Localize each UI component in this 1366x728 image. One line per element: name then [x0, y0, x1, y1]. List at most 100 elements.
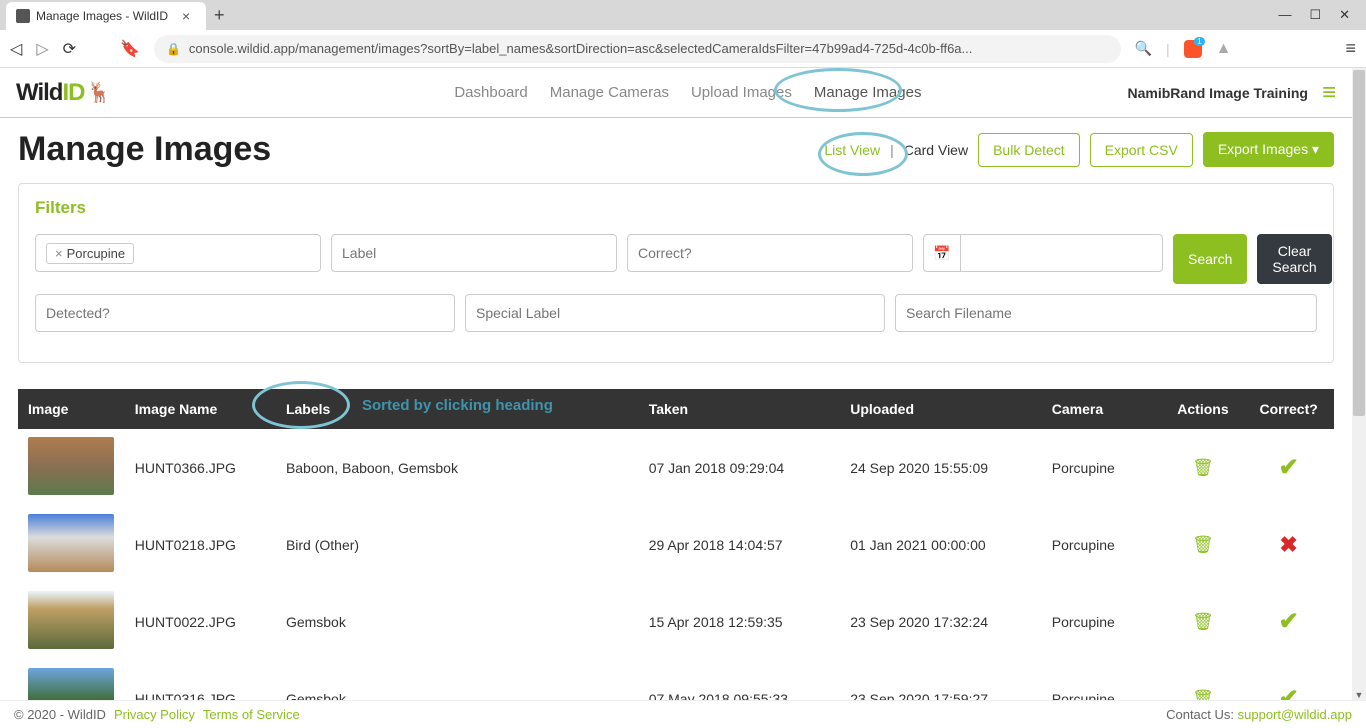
url-bar[interactable]: 🔒 console.wildid.app/management/images?s… — [154, 35, 1121, 63]
col-camera[interactable]: Camera — [1042, 389, 1163, 429]
brave-shield-icon[interactable]: 1 — [1184, 40, 1202, 58]
browser-tab[interactable]: Manage Images - WildID × — [6, 2, 206, 30]
col-image[interactable]: Image — [18, 389, 125, 429]
cell-labels: Bird (Other) — [276, 506, 639, 583]
browser-menu-icon[interactable]: ≡ — [1345, 38, 1356, 59]
table-row[interactable]: HUNT0022.JPGGemsbok15 Apr 2018 12:59:352… — [18, 583, 1334, 660]
footer-contact-email[interactable]: support@wildid.app — [1238, 707, 1352, 722]
cell-camera: Porcupine — [1042, 506, 1163, 583]
site-logo[interactable]: WildID🦌 — [16, 79, 110, 107]
incorrect-x-icon: ✖ — [1279, 532, 1297, 557]
calendar-icon: 📅 — [933, 245, 950, 262]
images-table: Image Image Name Labels Taken Uploaded C… — [18, 389, 1334, 700]
cell-camera: Porcupine — [1042, 660, 1163, 700]
nav-dashboard[interactable]: Dashboard — [454, 84, 527, 101]
delete-icon[interactable]: 🗑 — [1192, 458, 1214, 477]
cell-image-name: HUNT0316.JPG — [125, 660, 276, 700]
nav-manage-images[interactable]: Manage Images — [814, 84, 922, 101]
list-view-toggle[interactable]: List View — [824, 142, 880, 158]
browser-toolbar: ◁ ▷ ⟳ 🔖 🔒 console.wildid.app/management/… — [0, 30, 1366, 68]
col-labels[interactable]: Labels — [276, 389, 639, 429]
label-filter-input[interactable] — [331, 234, 617, 272]
date-filter-input[interactable] — [960, 234, 1163, 272]
nav-forward-icon[interactable]: ▷ — [36, 39, 48, 59]
detected-filter-input[interactable] — [35, 294, 455, 332]
filter-tag-chip[interactable]: × Porcupine — [46, 243, 134, 264]
footer-contact-label: Contact Us: — [1166, 707, 1238, 722]
footer-privacy-link[interactable]: Privacy Policy — [114, 707, 195, 722]
table-row[interactable]: HUNT0366.JPGBaboon, Baboon, Gemsbok07 Ja… — [18, 429, 1334, 506]
new-tab-button[interactable]: + — [214, 5, 225, 26]
image-thumbnail[interactable] — [28, 668, 114, 700]
footer-terms-link[interactable]: Terms of Service — [203, 707, 300, 722]
tab-close-icon[interactable]: × — [182, 8, 190, 24]
lock-icon: 🔒 — [166, 42, 181, 56]
table-row[interactable]: HUNT0218.JPGBird (Other)29 Apr 2018 14:0… — [18, 506, 1334, 583]
image-thumbnail[interactable] — [28, 514, 114, 572]
delete-icon[interactable]: 🗑 — [1192, 612, 1214, 631]
cell-camera: Porcupine — [1042, 429, 1163, 506]
cell-labels: Baboon, Baboon, Gemsbok — [276, 429, 639, 506]
delete-icon[interactable]: 🗑 — [1192, 689, 1214, 701]
browser-tab-bar: Manage Images - WildID × + — ☐ ✕ — [0, 0, 1366, 30]
table-row[interactable]: HUNT0316.JPGGemsbok07 May 2018 09:55:332… — [18, 660, 1334, 700]
nav-back-icon[interactable]: ◁ — [10, 39, 22, 59]
rewards-icon[interactable]: ▲ — [1216, 40, 1232, 58]
delete-icon[interactable]: 🗑 — [1192, 535, 1214, 554]
search-in-page-icon[interactable]: 🔍 — [1135, 40, 1152, 57]
image-thumbnail[interactable] — [28, 437, 114, 495]
nav-reload-icon[interactable]: ⟳ — [63, 39, 76, 59]
window-maximize-icon[interactable]: ☐ — [1309, 7, 1321, 23]
bookmark-icon[interactable]: 🔖 — [120, 39, 140, 59]
col-correct[interactable]: Correct? — [1243, 389, 1334, 429]
export-csv-button[interactable]: Export CSV — [1090, 133, 1193, 167]
view-separator: | — [890, 142, 894, 158]
special-label-filter-input[interactable] — [465, 294, 885, 332]
page-title: Manage Images — [18, 130, 271, 169]
main-nav: Dashboard Manage Cameras Upload Images M… — [454, 84, 921, 101]
camera-filter-input[interactable]: × Porcupine — [35, 234, 321, 272]
window-close-icon[interactable]: ✕ — [1339, 7, 1350, 23]
card-view-toggle[interactable]: Card View — [904, 142, 968, 158]
image-thumbnail[interactable] — [28, 591, 114, 649]
cell-taken: 07 May 2018 09:55:33 — [639, 660, 841, 700]
page-scrollbar[interactable]: ▲ ▼ — [1352, 68, 1366, 700]
cell-labels: Gemsbok — [276, 583, 639, 660]
bulk-detect-button[interactable]: Bulk Detect — [978, 133, 1080, 167]
cell-taken: 15 Apr 2018 12:59:35 — [639, 583, 841, 660]
filename-filter-input[interactable] — [895, 294, 1317, 332]
site-footer: © 2020 - WildID Privacy Policy Terms of … — [0, 700, 1366, 728]
remove-tag-icon[interactable]: × — [55, 246, 63, 261]
cell-camera: Porcupine — [1042, 583, 1163, 660]
account-name: NamibRand Image Training — [1128, 85, 1308, 101]
table-header-row: Image Image Name Labels Taken Uploaded C… — [18, 389, 1334, 429]
nav-manage-cameras[interactable]: Manage Cameras — [550, 84, 669, 101]
col-uploaded[interactable]: Uploaded — [840, 389, 1042, 429]
cell-uploaded: 01 Jan 2021 00:00:00 — [840, 506, 1042, 583]
cell-uploaded: 24 Sep 2020 15:55:09 — [840, 429, 1042, 506]
cell-taken: 07 Jan 2018 09:29:04 — [639, 429, 841, 506]
tab-favicon — [16, 9, 30, 23]
cell-image-name: HUNT0366.JPG — [125, 429, 276, 506]
footer-copyright: © 2020 - WildID — [14, 707, 106, 722]
correct-filter-input[interactable] — [627, 234, 913, 272]
cell-taken: 29 Apr 2018 14:04:57 — [639, 506, 841, 583]
site-header: WildID🦌 Dashboard Manage Cameras Upload … — [0, 68, 1352, 118]
filters-title: Filters — [35, 198, 1317, 218]
date-picker-button[interactable]: 📅 — [923, 234, 961, 272]
logo-animal-icon: 🦌 — [86, 80, 110, 105]
col-taken[interactable]: Taken — [639, 389, 841, 429]
col-image-name[interactable]: Image Name — [125, 389, 276, 429]
search-button[interactable]: Search — [1173, 234, 1247, 284]
nav-upload-images[interactable]: Upload Images — [691, 84, 792, 101]
cell-uploaded: 23 Sep 2020 17:32:24 — [840, 583, 1042, 660]
scroll-down-icon[interactable]: ▼ — [1352, 690, 1366, 700]
clear-search-button[interactable]: Clear Search — [1257, 234, 1331, 284]
site-menu-icon[interactable]: ≡ — [1322, 79, 1336, 107]
export-images-button[interactable]: Export Images — [1203, 132, 1334, 167]
scroll-thumb[interactable] — [1353, 70, 1365, 416]
window-minimize-icon[interactable]: — — [1278, 7, 1291, 23]
cell-labels: Gemsbok — [276, 660, 639, 700]
cell-image-name: HUNT0218.JPG — [125, 506, 276, 583]
col-actions: Actions — [1163, 389, 1244, 429]
